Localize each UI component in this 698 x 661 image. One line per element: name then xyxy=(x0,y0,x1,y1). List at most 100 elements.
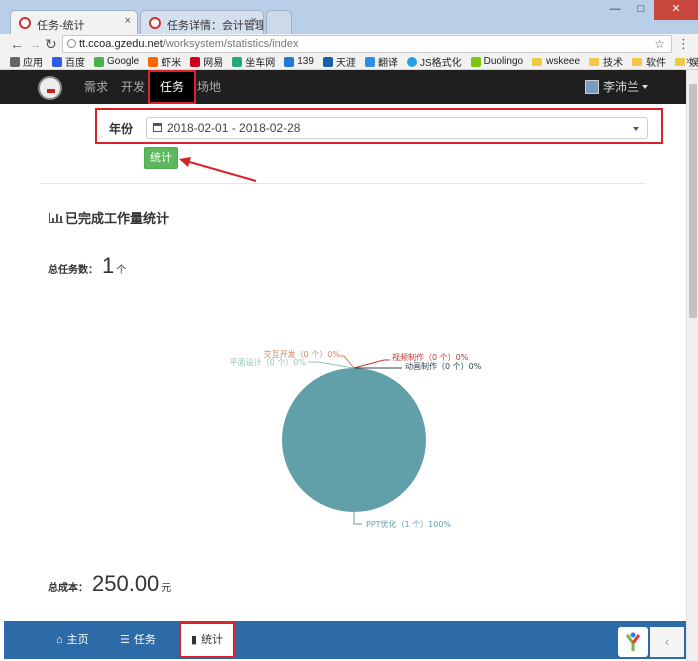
bookmark-baidu[interactable]: 百度 xyxy=(52,54,85,69)
year-label: 年份 xyxy=(109,122,134,136)
pie-slice-label: 平面设计（0 个）0% xyxy=(230,357,307,367)
pie-slice-label: 交互开发（0 个）0% xyxy=(264,349,341,359)
site-favicon-icon xyxy=(19,17,31,29)
bookmark-translate[interactable]: 翻译 xyxy=(364,54,398,69)
tab-close-icon[interactable]: × xyxy=(251,15,257,27)
window-controls: — □ ✕ xyxy=(602,0,698,20)
total-cost-value: 250.00 xyxy=(92,571,160,596)
google-icon xyxy=(94,56,104,67)
tianya-icon xyxy=(322,56,333,67)
pie-slice-label: 视频制作（0 个）0% xyxy=(392,352,469,362)
bookmark-folder-tech[interactable]: 技术 xyxy=(589,54,623,69)
bookmark-folder-software[interactable]: 软件 xyxy=(632,54,666,69)
bottom-nav: ⌂ 主页 ☰ 任务 ▮ 统计 xyxy=(4,621,686,659)
total-tasks-value: 1 xyxy=(102,253,115,278)
nav-demand[interactable]: 需求 xyxy=(84,70,108,104)
js-format-icon xyxy=(406,56,417,67)
bar-chart-icon: ▮ xyxy=(191,634,198,646)
total-cost-label: 总成本： xyxy=(48,583,88,594)
pie-leader-line xyxy=(353,359,390,369)
tab-title: 任务详情：会计管理模板 xyxy=(167,20,263,32)
duolingo-icon xyxy=(470,56,481,67)
bar-chart-icon xyxy=(49,212,63,223)
bottom-nav-home[interactable]: ⌂ 主页 xyxy=(56,621,89,659)
browser-titlebar: 任务-统计 × 任务详情：会计管理模板 × — □ ✕ xyxy=(0,0,698,34)
calendar-icon xyxy=(153,123,162,132)
nav-develop[interactable]: 开发 xyxy=(121,70,145,104)
tab-statistics[interactable]: 任务-统计 × xyxy=(10,10,138,34)
bookmark-apps[interactable]: 应用 xyxy=(10,54,43,69)
total-cost: 总成本： 250.00 元 xyxy=(48,571,171,597)
bookmark-js-format[interactable]: JS格式化 xyxy=(406,54,462,69)
filter-form: 年份 2018-02-01 - 2018-02-28 xyxy=(95,108,663,144)
section-title: 已完成工作量统计 xyxy=(49,208,169,227)
statistics-submit-button[interactable]: 统计 xyxy=(144,147,178,169)
pie-leader-line xyxy=(308,361,355,369)
address-bar: ← → ↻ tt.ccoa.gzedu.net/worksystem/stati… xyxy=(0,34,698,54)
url-host: tt.ccoa.gzedu.net xyxy=(79,38,163,50)
home-icon: ⌂ xyxy=(56,634,63,646)
bookmark-xiami[interactable]: 虾米 xyxy=(148,54,181,69)
new-tab-button[interactable] xyxy=(266,10,292,34)
tab-title: 任务-统计 xyxy=(37,20,85,32)
baidu-icon xyxy=(52,56,62,67)
avatar xyxy=(584,79,599,94)
maximize-button[interactable]: □ xyxy=(628,0,654,20)
bookmarks-bar: 应用 百度 Google 虾米 网易 坐车网 139 天涯 翻译 JS格式化 D… xyxy=(0,54,698,70)
total-tasks-unit: 个 xyxy=(116,265,127,276)
debug-toolbar-logo[interactable] xyxy=(618,627,648,657)
site-logo[interactable] xyxy=(38,76,62,100)
bookmark-folder-wskeee[interactable]: wskeee xyxy=(532,56,580,67)
url-path: /worksystem/statistics/index xyxy=(162,38,299,50)
bookmark-google[interactable]: Google xyxy=(94,56,139,67)
yii-logo-icon xyxy=(625,632,641,651)
nav-venue[interactable]: 场地 xyxy=(197,70,221,104)
total-tasks-label: 总任务数： xyxy=(48,265,98,276)
folder-icon xyxy=(632,57,642,66)
pie-leader-line xyxy=(353,512,362,525)
debug-toolbar-toggle[interactable]: ‹ xyxy=(650,627,684,657)
date-range-select[interactable]: 2018-02-01 - 2018-02-28 xyxy=(146,117,648,139)
minimize-button[interactable]: — xyxy=(602,0,628,20)
netease-icon xyxy=(190,56,201,67)
annotation-arrow-line xyxy=(185,160,257,182)
browser-menu-icon[interactable]: ⋮ xyxy=(677,36,690,52)
pie-leader-line xyxy=(340,355,355,369)
nav-task[interactable]: 任务 xyxy=(148,70,197,104)
bottom-nav-task[interactable]: ☰ 任务 xyxy=(120,621,156,659)
bookmark-139[interactable]: 139 xyxy=(284,56,314,67)
window-close-button[interactable]: ✕ xyxy=(654,0,698,20)
annotation-arrow-head xyxy=(179,157,191,167)
folder-icon xyxy=(532,57,543,66)
page-scrollbar[interactable] xyxy=(686,70,698,661)
bookmark-star-icon[interactable]: ☆ xyxy=(654,36,665,52)
user-name: 李沛兰 xyxy=(602,80,639,94)
bookmark-duolingo[interactable]: Duolingo xyxy=(470,56,523,67)
pie-slice-label: PPT优化（1 个）100% xyxy=(366,519,451,529)
back-arrow-icon[interactable]: ← xyxy=(10,36,24,52)
reload-icon[interactable]: ↻ xyxy=(45,36,57,52)
user-menu[interactable]: 李沛兰 xyxy=(584,78,648,95)
info-icon[interactable] xyxy=(67,39,76,48)
zuoche-icon xyxy=(232,56,243,67)
tab-task-detail[interactable]: 任务详情：会计管理模板 × xyxy=(140,10,264,34)
bookmarks-more-button[interactable]: » xyxy=(686,55,692,67)
app-navbar: 需求 开发 任务 场地 李沛兰 xyxy=(0,70,686,104)
url-input[interactable]: tt.ccoa.gzedu.net/worksystem/statistics/… xyxy=(62,35,672,53)
forward-arrow-icon[interactable]: → xyxy=(28,36,42,52)
bookmark-tianya[interactable]: 天涯 xyxy=(322,54,356,69)
bottom-nav-statistics[interactable]: ▮ 统计 xyxy=(179,622,236,658)
folder-icon xyxy=(675,57,685,66)
bookmark-zuoche[interactable]: 坐车网 xyxy=(232,54,275,69)
pie-slice-label: 动画制作（0 个）0% xyxy=(405,361,482,371)
chevron-down-icon xyxy=(633,127,639,131)
site-favicon-icon xyxy=(149,17,161,29)
tab-close-icon[interactable]: × xyxy=(125,15,131,27)
xiami-icon xyxy=(148,56,159,67)
date-range-value: 2018-02-01 - 2018-02-28 xyxy=(167,121,301,135)
scrollbar-thumb[interactable] xyxy=(689,84,697,318)
folder-icon xyxy=(589,57,599,66)
bookmark-netease[interactable]: 网易 xyxy=(190,54,223,69)
chevron-down-icon xyxy=(642,84,648,89)
pie-slice xyxy=(282,368,426,512)
